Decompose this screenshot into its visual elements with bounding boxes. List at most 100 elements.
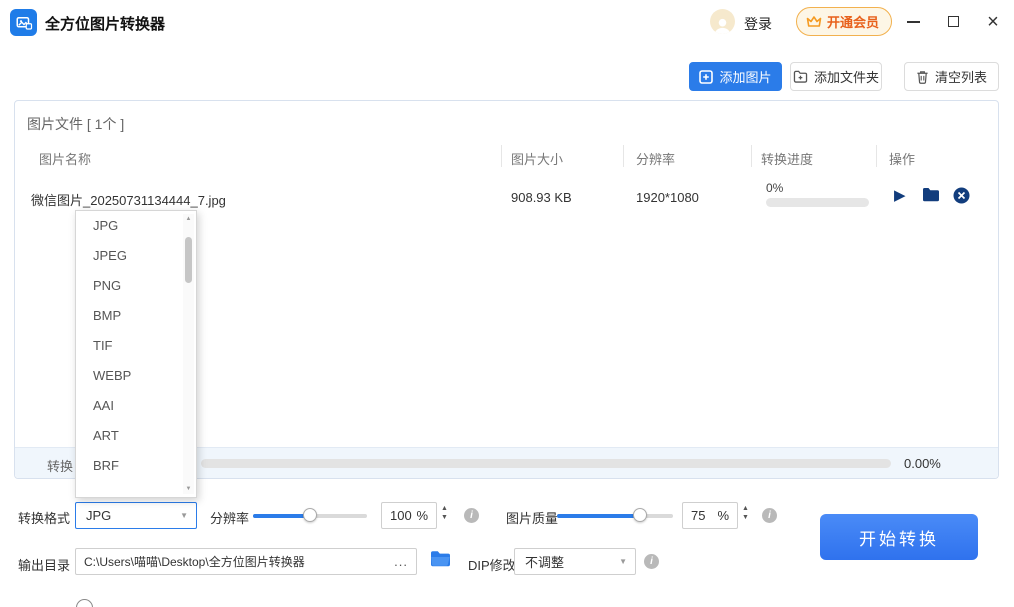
quality-stepper[interactable]: ▲ ▼ [742,505,749,521]
column-divider [751,145,752,167]
format-option-webp[interactable]: WEBP [76,361,196,391]
add-image-icon [699,70,713,84]
file-name: 微信图片_20250731134444_7.jpg [31,190,226,209]
slider-fill [557,514,640,518]
dropdown-scrollbar[interactable]: ▲ ▼ [183,214,194,494]
dip-info-icon[interactable]: i [644,554,659,569]
column-header-name: 图片名称 [39,149,91,168]
close-button[interactable]: × [978,8,1008,35]
convert-play-button[interactable]: ▶ [894,188,906,203]
format-option-art[interactable]: ART [76,421,196,451]
remove-icon [953,187,970,204]
column-header-progress: 转换进度 [761,149,813,168]
avatar[interactable] [710,9,735,34]
resolution-unit: % [416,508,428,523]
format-option-jpg[interactable]: JPG [76,211,196,241]
resolution-slider-handle[interactable] [303,508,317,522]
open-folder-button[interactable] [922,187,940,207]
dip-select-value: 不调整 [525,552,564,571]
file-progress-label: 0% [766,181,783,195]
column-header-actions: 操作 [889,149,915,168]
column-header-size: 图片大小 [511,149,563,168]
app-logo-icon [10,9,37,36]
resolution-label: 分辨率 [210,508,249,527]
chevron-down-icon: ▼ [180,511,188,520]
format-dropdown-list: JPG JPEG PNG BMP TIF WEBP AAI ART BRF ▲ … [75,210,197,498]
column-divider [501,145,502,167]
folder-icon [922,187,940,202]
resolution-info-icon[interactable]: i [464,508,479,523]
file-size: 908.93 KB [511,190,572,205]
clear-list-label: 清空列表 [935,67,987,86]
resolution-slider[interactable] [253,508,367,522]
format-option-aai[interactable]: AAI [76,391,196,421]
quality-spinbox[interactable]: 75 % [682,502,738,529]
format-option-bmp[interactable]: BMP [76,301,196,331]
output-dir-input[interactable]: C:\Users\喵喵\Desktop\全方位图片转换器 ... [75,548,417,575]
clear-list-button[interactable]: 清空列表 [904,62,999,91]
overall-progress-label: 转换 [47,456,73,475]
quality-value: 75 [691,508,705,523]
start-convert-button[interactable]: 开始转换 [820,514,978,560]
scroll-up-icon[interactable]: ▲ [183,216,194,222]
step-down-icon[interactable]: ▼ [742,514,749,521]
add-folder-label: 添加文件夹 [814,67,879,86]
quality-slider-handle[interactable] [633,508,647,522]
column-divider [876,145,877,167]
step-up-icon[interactable]: ▲ [742,505,749,512]
overall-progress-percent: 0.00% [904,456,941,471]
format-option-jpeg[interactable]: JPEG [76,241,196,271]
add-folder-icon [793,70,808,83]
column-divider [623,145,624,167]
image-converter-glyph [15,14,33,32]
app-window: 全方位图片转换器 登录 开通会员 × 添加图片 添加文件夹 [0,0,1014,607]
slider-fill [253,514,310,518]
resolution-spinbox[interactable]: 100 % [381,502,437,529]
quality-label: 图片质量 [506,508,558,527]
output-dir-label: 输出目录 [18,555,70,574]
format-option-png[interactable]: PNG [76,271,196,301]
crown-icon [806,15,822,28]
add-folder-button[interactable]: 添加文件夹 [790,62,882,91]
quality-unit: % [717,508,729,523]
resolution-stepper[interactable]: ▲ ▼ [441,505,448,521]
quality-slider[interactable] [557,508,673,522]
vip-label: 开通会员 [827,12,879,31]
file-list-title: 图片文件 [ 1个 ] [27,114,124,134]
add-image-button[interactable]: 添加图片 [689,62,782,91]
minimize-icon [907,21,920,23]
dip-select[interactable]: 不调整 ▼ [514,548,636,575]
maximize-button[interactable] [938,8,968,35]
format-label: 转换格式 [18,508,70,527]
step-up-icon[interactable]: ▲ [441,505,448,512]
maximize-icon [948,16,959,27]
output-dir-value: C:\Users\喵喵\Desktop\全方位图片转换器 [84,553,305,570]
scrollbar-thumb[interactable] [185,237,192,283]
open-output-folder-button[interactable] [430,550,451,572]
folder-blue-icon [430,550,451,567]
chevron-down-icon: ▼ [619,557,627,566]
vip-button[interactable]: 开通会员 [796,7,892,36]
file-progress-bar [766,198,869,207]
resolution-value: 100 [390,508,412,523]
quality-info-icon[interactable]: i [762,508,777,523]
column-header-resolution: 分辨率 [636,149,675,168]
minimize-button[interactable] [898,8,928,35]
add-image-label: 添加图片 [719,67,771,86]
dip-label: DIP修改 [468,555,516,574]
remove-file-button[interactable] [953,187,970,209]
overall-progress-bar [201,459,891,468]
step-down-icon[interactable]: ▼ [441,514,448,521]
partial-bottom-icon [76,599,93,607]
app-title: 全方位图片转换器 [45,13,165,34]
user-icon [713,17,732,34]
login-button[interactable]: 登录 [744,14,772,34]
format-select-value: JPG [86,508,111,523]
scroll-down-icon[interactable]: ▼ [183,486,194,492]
trash-icon [916,70,929,84]
format-option-tif[interactable]: TIF [76,331,196,361]
format-select[interactable]: JPG ▼ [75,502,197,529]
browse-button[interactable]: ... [388,554,408,569]
format-option-brf[interactable]: BRF [76,451,196,481]
file-resolution: 1920*1080 [636,190,699,205]
